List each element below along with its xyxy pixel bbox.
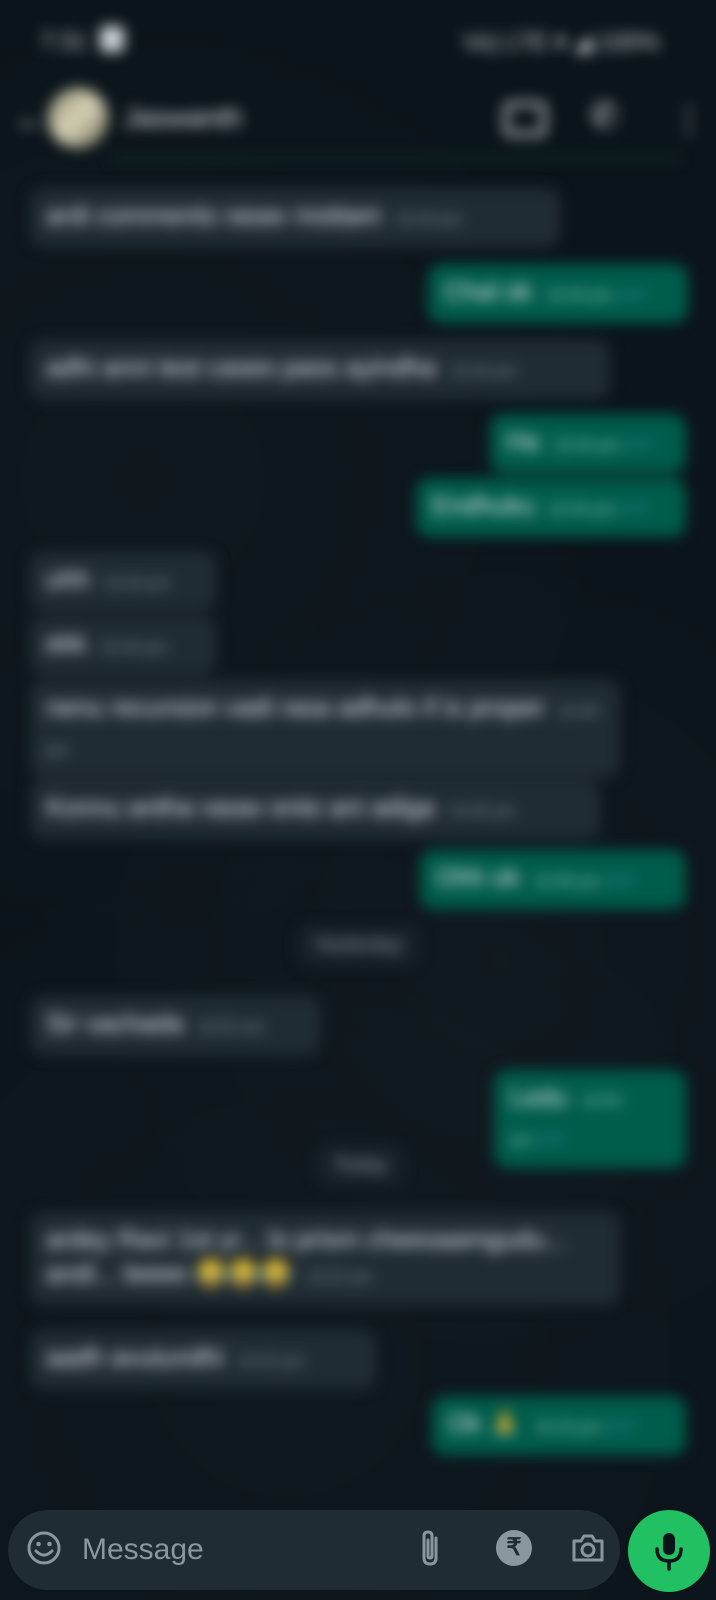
message-time: 10:43 pm <box>395 211 462 228</box>
message-text: Sir vachada <box>46 1008 184 1038</box>
message-text: Ok 🙏 <box>448 1408 521 1438</box>
message-text: adhi anni test cases pass ayindha <box>46 352 437 382</box>
message-bubble-incoming[interactable]: ekk 10:44 pm <box>30 616 216 675</box>
message-time: 10:44 pm <box>553 437 620 454</box>
emoji-icon[interactable] <box>26 1530 62 1566</box>
message-time: 10:44 pm <box>548 501 616 518</box>
message-time: 10:22 pm <box>306 1269 373 1286</box>
voice-call-icon[interactable]: ✆ <box>590 96 619 136</box>
more-options-icon[interactable]: ⋮ <box>672 100 706 140</box>
date-separator-today: Today <box>318 1146 404 1185</box>
message-time: 10:23 pm <box>534 1419 602 1436</box>
voice-message-button[interactable] <box>628 1510 710 1592</box>
message-bubble-incoming[interactable]: ardey Ravi 1st yr... lo prism cheesaamgu… <box>30 1212 620 1305</box>
message-text: Konnu antha rasav ento ani adiga <box>46 792 435 822</box>
message-input[interactable] <box>80 1526 384 1574</box>
chat-header: ← Jaswanth ✆ ⋮ <box>0 80 716 160</box>
status-time: 7:31 <box>40 28 87 55</box>
chat-screen: 7:31 Vo) LTE ▾ ◢ 100% ← Jaswanth ✆ ⋮ ard… <box>0 0 716 1600</box>
date-separator-yesterday: Yesterday <box>298 926 419 965</box>
status-system-icons: Vo) LTE ▾ ◢ 100% <box>463 29 660 56</box>
message-composer: ₹ <box>8 1510 620 1590</box>
message-bubble-incoming[interactable]: aadh avutundhi 10:22 pm <box>30 1330 376 1389</box>
message-bubble-outgoing[interactable]: Ohh ok 10:46 pm ✓✓ <box>420 850 686 909</box>
message-time: 10:22 pm <box>237 1353 305 1370</box>
message-time: 10:43 pm <box>450 363 517 380</box>
message-bubble-outgoing[interactable]: Endhuku 10:44 pm ✓✓ <box>416 478 686 537</box>
message-bubble-outgoing[interactable]: Ledu 10:53 am ✓✓ <box>494 1070 686 1168</box>
video-call-icon[interactable] <box>504 102 546 136</box>
message-bubble-incoming[interactable]: nenu recursion vadi rasa adhulo if is pr… <box>30 680 620 778</box>
message-text: Ha <box>506 426 540 456</box>
message-bubble-incoming[interactable]: uhh 10:44 pm <box>30 552 216 611</box>
message-time: 10:45 pm <box>448 803 516 820</box>
attach-icon[interactable] <box>416 1528 446 1568</box>
payment-rupee-icon[interactable]: ₹ <box>496 1530 532 1566</box>
message-time: 10:43 pm <box>546 287 613 304</box>
message-text: aadh avutundhi <box>46 1342 224 1372</box>
message-time: 10:52 am <box>197 1019 265 1036</box>
message-bubble-outgoing[interactable]: Ok 🙏 10:23 pm ✓✓ <box>432 1396 686 1455</box>
message-text: ekk <box>46 628 87 658</box>
message-text: nenu recursion vadi rasa adhulo if is pr… <box>46 692 545 722</box>
message-bubble-incoming[interactable]: Sir vachada 10:52 am <box>30 996 320 1055</box>
read-receipt-icon: ✓✓ <box>605 1416 636 1436</box>
camera-icon[interactable] <box>570 1530 606 1566</box>
message-time: 10:44 pm <box>100 639 168 656</box>
message-list: ardi comments rasav mottam 10:43 pm Chal … <box>0 160 716 1500</box>
message-bubble-outgoing[interactable]: Ha 10:44 pm ✓✓ <box>490 414 686 473</box>
message-text: Endhuku <box>432 490 535 520</box>
microphone-icon <box>655 1533 683 1571</box>
read-receipt-icon: ✓✓ <box>623 434 655 454</box>
message-bubble-outgoing[interactable]: Chal ok 10:43 pm ✓✓ <box>428 264 688 323</box>
read-receipt-icon: ✓✓ <box>536 1129 567 1149</box>
status-bar: 7:31 Vo) LTE ▾ ◢ 100% <box>0 0 716 80</box>
read-receipt-icon: ✓✓ <box>619 498 650 518</box>
message-text: Chal ok <box>444 276 533 306</box>
message-bubble-incoming[interactable]: adhi anni test cases pass ayindha 10:43 p… <box>30 340 610 399</box>
header-divider <box>110 156 680 159</box>
message-text: ardi comments rasav mottam <box>46 200 382 230</box>
contact-name[interactable]: Jaswanth <box>124 102 242 134</box>
contact-avatar[interactable] <box>48 88 108 148</box>
back-arrow-icon[interactable]: ← <box>14 100 48 139</box>
message-text: Ledu <box>510 1082 568 1112</box>
message-text: uhh <box>46 564 90 594</box>
read-receipt-icon: ✓✓ <box>604 870 635 890</box>
notification-icon <box>100 26 124 52</box>
message-bubble-incoming[interactable]: ardi comments rasav mottam 10:43 pm <box>30 188 560 247</box>
message-bubble-incoming[interactable]: Konnu antha rasav ento ani adiga 10:45 pm <box>30 780 600 839</box>
read-receipt-icon: ✓✓ <box>616 284 648 304</box>
message-text: Ohh ok <box>436 862 520 892</box>
message-time: 10:46 pm <box>533 873 601 890</box>
message-time: 10:44 pm <box>103 575 171 592</box>
